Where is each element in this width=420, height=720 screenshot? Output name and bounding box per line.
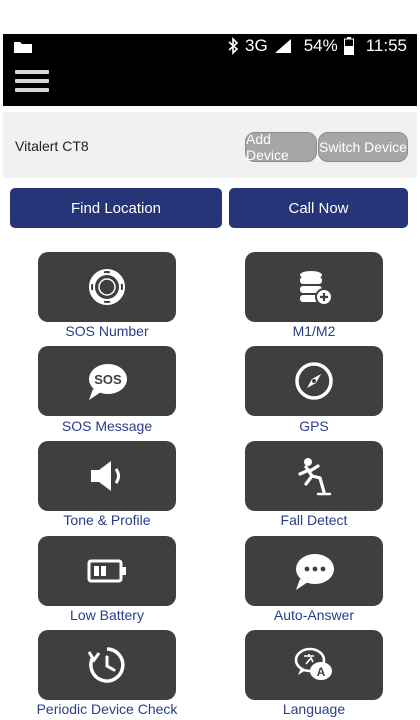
device-header: Vitalert CT8 Add Device Switch Device [3, 112, 417, 178]
battery-percent: 54% [303, 36, 338, 55]
chat-dots-icon [296, 554, 334, 590]
speaker-icon [91, 461, 120, 491]
sos-bubble-icon: SOS [89, 364, 127, 400]
periodic-check-tile[interactable] [38, 630, 176, 700]
folder-icon [14, 42, 32, 53]
menu-icon[interactable] [15, 70, 49, 96]
tone-profile-label: Tone & Profile [63, 512, 151, 528]
low-battery-label: Low Battery [70, 607, 144, 623]
signal-icon [274, 39, 291, 53]
gps-label: GPS [299, 418, 329, 434]
auto-answer-tile[interactable] [245, 536, 383, 606]
clock: 11:55 [365, 36, 407, 55]
app-bar [3, 58, 417, 106]
gps-tile[interactable] [245, 346, 383, 416]
compass-icon [295, 362, 333, 400]
falling-person-icon [298, 458, 332, 496]
sos-number-label: SOS Number [65, 323, 149, 339]
m1m2-tile[interactable] [245, 252, 383, 322]
add-device-button[interactable]: Add Device [245, 131, 317, 163]
sos-number-tile[interactable] [38, 252, 176, 322]
lifebuoy-icon [89, 269, 125, 305]
status-bar: 3G 54% 11:55 [3, 34, 417, 58]
m1m2-label: M1/M2 [292, 323, 336, 339]
device-name: Vitalert CT8 [15, 138, 89, 154]
language-tile[interactable]: A [245, 630, 383, 700]
call-now-button[interactable]: Call Now [229, 188, 408, 228]
find-location-button[interactable]: Find Location [10, 188, 222, 228]
clock-refresh-icon [87, 647, 125, 683]
switch-device-button[interactable]: Switch Device [318, 132, 408, 162]
fall-detect-tile[interactable] [245, 441, 383, 511]
bluetooth-icon [228, 37, 239, 55]
language-bubble-icon: A [294, 647, 332, 680]
low-battery-icon [87, 559, 126, 583]
sos-message-label: SOS Message [61, 418, 153, 434]
network-type: 3G [245, 36, 268, 55]
svg-text:A: A [317, 665, 326, 679]
sos-message-tile[interactable]: SOS [38, 346, 176, 416]
svg-text:SOS: SOS [94, 372, 122, 387]
screen-top [0, 0, 420, 34]
low-battery-tile[interactable] [38, 536, 176, 606]
database-add-icon [300, 271, 333, 306]
tone-profile-tile[interactable] [38, 441, 176, 511]
language-label: Language [282, 701, 346, 717]
periodic-check-label: Periodic Device Check [36, 701, 178, 717]
battery-icon [343, 37, 354, 55]
fall-detect-label: Fall Detect [280, 512, 348, 528]
auto-answer-label: Auto-Answer [273, 607, 355, 623]
